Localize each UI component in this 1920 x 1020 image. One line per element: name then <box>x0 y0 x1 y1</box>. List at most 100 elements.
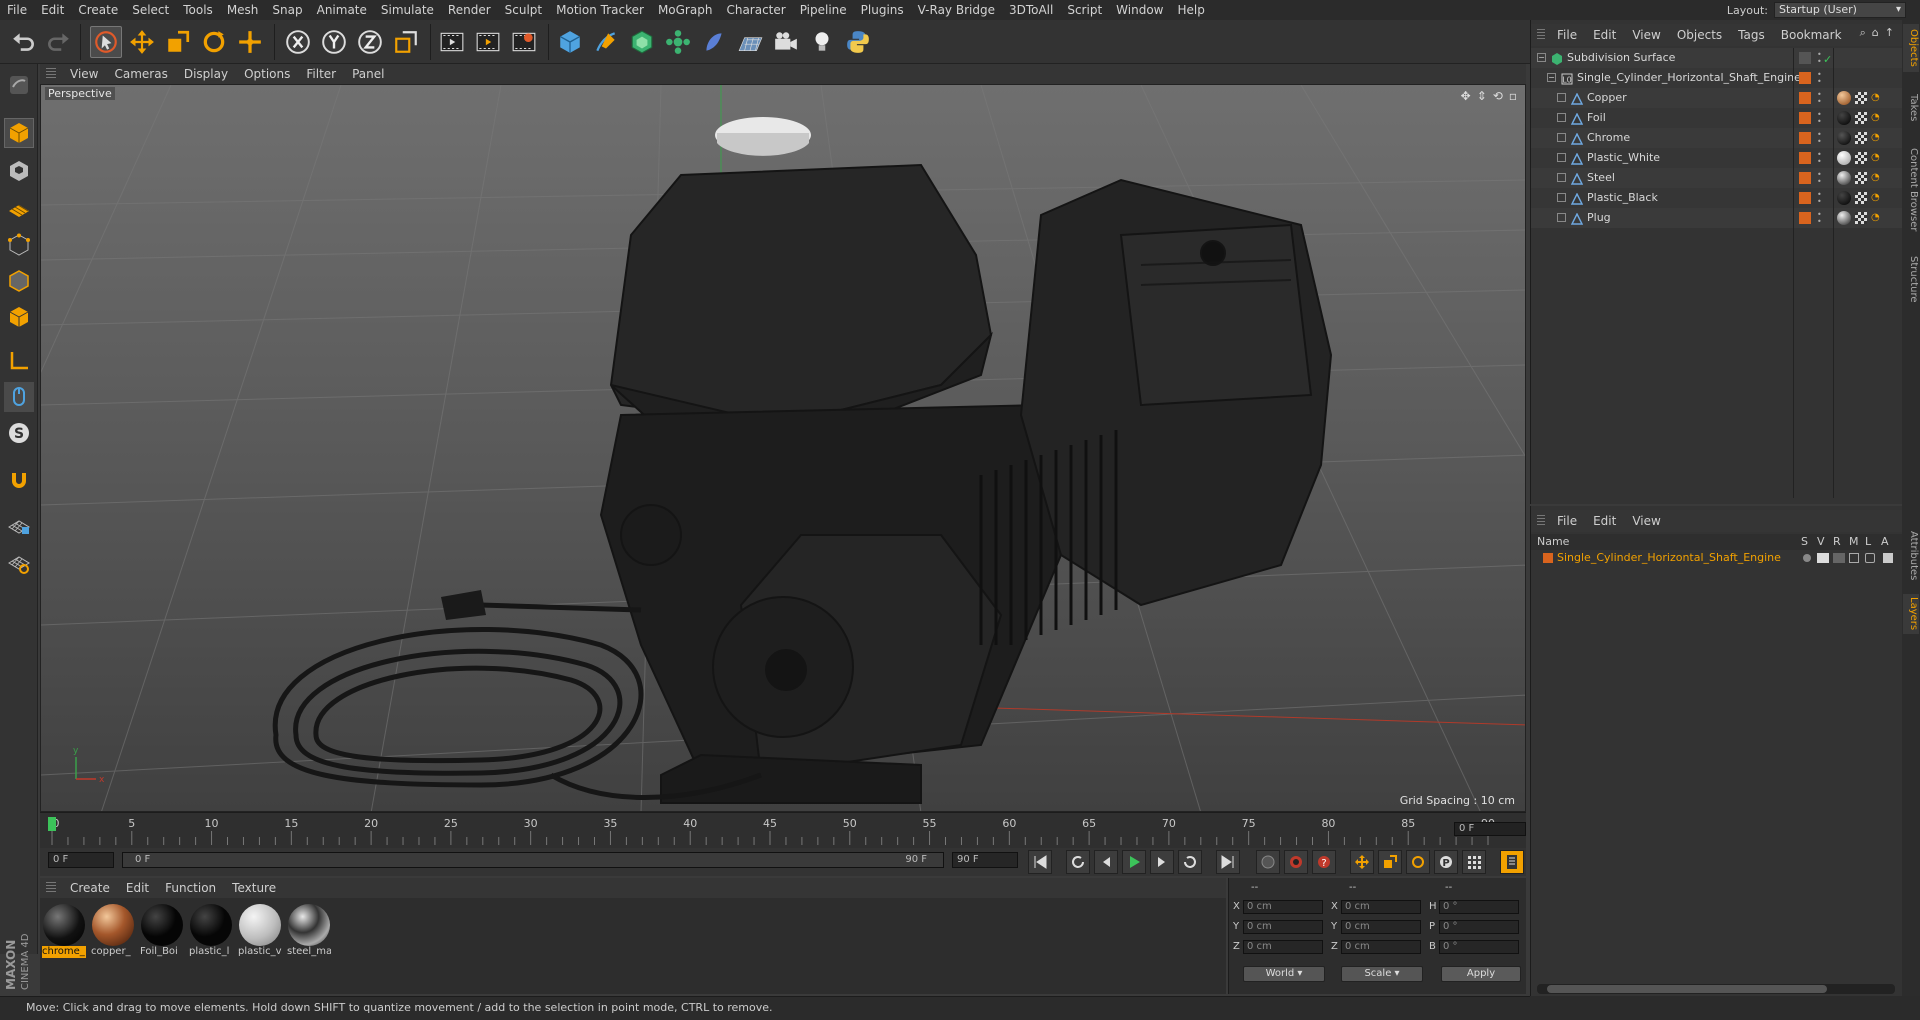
menu-window[interactable]: Window <box>1109 0 1170 20</box>
orbit-icon[interactable]: ⟲ <box>1493 89 1503 103</box>
expand-toggle[interactable] <box>1557 213 1566 222</box>
expand-toggle[interactable] <box>1557 193 1566 202</box>
phong-tag-icon[interactable]: ◔ <box>1871 152 1883 164</box>
object-row[interactable]: Chrome • • ◔ <box>1531 128 1903 148</box>
rotate-tool-icon[interactable] <box>198 26 230 58</box>
viewport-menu-display[interactable]: Display <box>176 67 236 81</box>
solo-icon[interactable] <box>1803 554 1811 562</box>
material-thumbnail[interactable]: Foil_Boi <box>140 904 184 958</box>
uvw-tag-icon[interactable] <box>1855 152 1867 164</box>
python-icon[interactable] <box>842 26 874 58</box>
object-row[interactable]: − Subdivision Surface • • ✓ <box>1531 48 1903 68</box>
scrollbar-thumb[interactable] <box>1547 985 1827 993</box>
material-thumbnail[interactable]: plastic_v <box>238 904 282 958</box>
material-thumbnail[interactable]: steel_ma <box>287 904 331 958</box>
visibility-dots-icon[interactable]: • • <box>1817 71 1822 86</box>
material-tag-icon[interactable] <box>1837 131 1851 145</box>
object-menu-objects[interactable]: Objects <box>1669 28 1730 42</box>
magnet-icon[interactable] <box>4 466 34 496</box>
object-menu-tags[interactable]: Tags <box>1730 28 1773 42</box>
coord-field[interactable]: 0 cm <box>1243 900 1323 914</box>
previous-frame-icon[interactable] <box>1094 850 1118 874</box>
object-name[interactable]: Subdivision Surface <box>1567 48 1675 68</box>
visibility-dots-icon[interactable]: • • <box>1817 171 1822 186</box>
coord-field[interactable]: 0 ° <box>1439 940 1519 954</box>
scale-key-icon[interactable] <box>1378 850 1402 874</box>
x-axis-lock-icon[interactable] <box>282 26 314 58</box>
maximize-icon[interactable]: ▫ <box>1509 89 1517 103</box>
frame-range-slider[interactable]: 0 F 90 F <box>122 852 944 868</box>
next-frame-icon[interactable] <box>1150 850 1174 874</box>
visibility-dots-icon[interactable]: • • <box>1817 91 1822 106</box>
position-key-icon[interactable] <box>1350 850 1374 874</box>
menu-mograph[interactable]: MoGraph <box>651 0 720 20</box>
layer-color-tag[interactable] <box>1799 172 1811 184</box>
scale-tool-icon[interactable] <box>162 26 194 58</box>
material-tag-icon[interactable] <box>1837 171 1851 185</box>
go-to-start-icon[interactable] <box>1028 850 1052 874</box>
snap-icon[interactable]: S <box>4 418 34 448</box>
side-tab-attributes[interactable]: Attributes <box>1903 524 1919 588</box>
uvw-tag-icon[interactable] <box>1855 192 1867 204</box>
visibility-dots-icon[interactable]: • • <box>1817 131 1822 146</box>
layer-color-tag[interactable] <box>1799 212 1811 224</box>
menu-file[interactable]: File <box>0 0 34 20</box>
material-menu-function[interactable]: Function <box>157 881 224 895</box>
object-menu-edit[interactable]: Edit <box>1585 28 1624 42</box>
layer-color-tag[interactable] <box>1799 152 1811 164</box>
material-tag-icon[interactable] <box>1837 191 1851 205</box>
timeline-window-icon[interactable] <box>1500 850 1524 874</box>
render-view-icon[interactable] <box>436 26 468 58</box>
coord-field[interactable]: 0 ° <box>1439 900 1519 914</box>
object-name[interactable]: Foil <box>1587 108 1606 128</box>
menu-render[interactable]: Render <box>441 0 498 20</box>
material-thumbnail[interactable]: copper_ <box>91 904 135 958</box>
home-icon[interactable]: ⌂ <box>1872 26 1879 40</box>
side-tab-takes[interactable]: Takes <box>1903 80 1919 136</box>
expand-toggle[interactable]: − <box>1547 73 1556 82</box>
dolly-icon[interactable]: ⇕ <box>1477 89 1487 103</box>
locked-workplane-icon[interactable] <box>4 548 34 578</box>
uvw-tag-icon[interactable] <box>1855 92 1867 104</box>
start-frame-field[interactable]: 0 F <box>48 852 114 868</box>
model-mode-icon[interactable] <box>4 118 34 148</box>
workplane-icon[interactable] <box>4 192 34 222</box>
cloner-icon[interactable] <box>662 26 694 58</box>
object-name[interactable]: Single_Cylinder_Horizontal_Shaft_Engine <box>1577 68 1801 88</box>
material-tag-icon[interactable] <box>1837 91 1851 105</box>
recent-tool-icon[interactable] <box>234 26 266 58</box>
material-menu-create[interactable]: Create <box>62 881 118 895</box>
visibility-dots-icon[interactable]: • • <box>1817 111 1822 126</box>
timeline-ruler[interactable]: 051015202530354045505560657075808590 <box>40 812 1526 848</box>
parameter-key-icon[interactable]: P <box>1434 850 1458 874</box>
layer-color-tag[interactable] <box>1799 72 1811 84</box>
uvw-tag-icon[interactable] <box>1855 212 1867 224</box>
coord-field[interactable]: 0 ° <box>1439 920 1519 934</box>
panel-grip-icon[interactable] <box>46 882 56 894</box>
apply-button[interactable]: Apply <box>1441 966 1521 982</box>
menu-create[interactable]: Create <box>71 0 125 20</box>
object-row[interactable]: Plastic_White • • ◔ <box>1531 148 1903 168</box>
tweak-mode-icon[interactable] <box>4 382 34 412</box>
y-axis-lock-icon[interactable] <box>318 26 350 58</box>
uvw-tag-icon[interactable] <box>1855 172 1867 184</box>
menu-help[interactable]: Help <box>1170 0 1211 20</box>
floor-icon[interactable] <box>734 26 766 58</box>
menu-script[interactable]: Script <box>1060 0 1109 20</box>
camera-icon[interactable] <box>770 26 802 58</box>
visibility-dots-icon[interactable]: • • <box>1817 211 1822 226</box>
material-thumbnail[interactable]: plastic_l <box>189 904 233 958</box>
edges-mode-icon[interactable] <box>4 266 34 296</box>
expand-toggle[interactable] <box>1557 133 1566 142</box>
layer-color-swatch[interactable] <box>1543 553 1553 563</box>
menu-plugins[interactable]: Plugins <box>854 0 911 20</box>
visibility-dots-icon[interactable]: • • <box>1817 51 1822 66</box>
visibility-dots-icon[interactable]: • • <box>1817 191 1822 206</box>
coordinate-space-select[interactable]: World ▾ <box>1243 966 1325 982</box>
render-visible-icon[interactable] <box>1833 553 1845 563</box>
layer-menu-edit[interactable]: Edit <box>1585 514 1624 528</box>
subdivision-surface-icon[interactable] <box>626 26 658 58</box>
side-tab-content-browser[interactable]: Content Browser <box>1903 142 1919 238</box>
menu-select[interactable]: Select <box>125 0 176 20</box>
object-row[interactable]: Copper • • ◔ <box>1531 88 1903 108</box>
